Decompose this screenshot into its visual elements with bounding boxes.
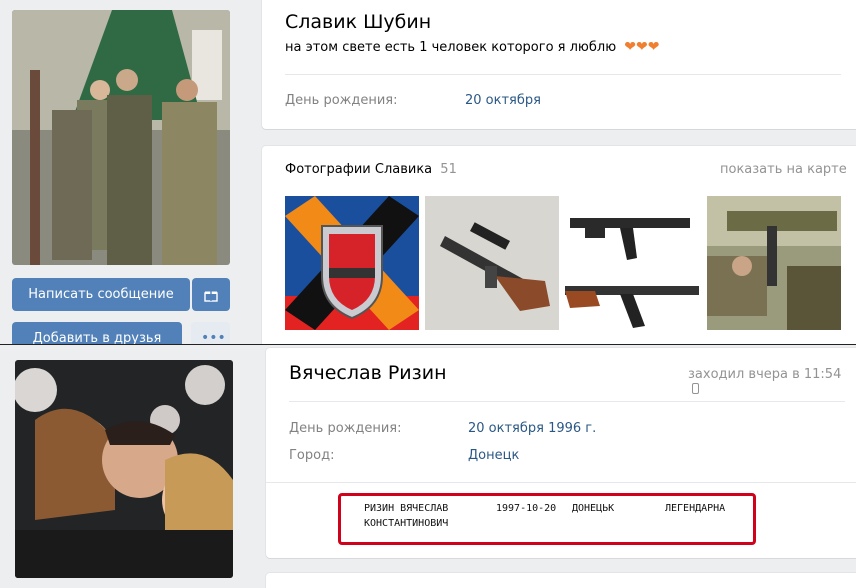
record-status: ЛЕГЕНДАРНА	[665, 503, 726, 514]
write-message-label: Написать сообщение	[28, 287, 174, 302]
profile-panel-top: Написать сообщение Добавить в друзья •••…	[0, 0, 856, 345]
info-divider-2	[289, 401, 845, 402]
sniper-rifle-icon	[425, 196, 559, 330]
soldiers-launcher-icon	[707, 196, 841, 330]
city-label: Город:	[289, 448, 335, 463]
record-city: ДОНЕЦЬК	[572, 503, 615, 514]
info-divider	[285, 74, 841, 75]
profile-status: на этом свете есть 1 человек которого я …	[285, 39, 659, 55]
mobile-icon	[692, 383, 699, 394]
show-on-map-link[interactable]: показать на карте	[720, 162, 847, 177]
add-friend-button[interactable]: Добавить в друзья	[12, 322, 182, 345]
more-dots-icon: •••	[201, 330, 226, 345]
photos-header[interactable]: Фотографии Славика 51	[285, 162, 457, 177]
photo-thumb-2[interactable]	[425, 196, 559, 330]
profile-name-2: Вячеслав Ризин	[289, 362, 447, 384]
photo-thumb-4[interactable]	[707, 196, 841, 330]
profile-panel-bottom: Вячеслав Ризин заходил вчера в 11:54 Ден…	[0, 345, 856, 588]
status-text: на этом свете есть 1 человек которого я …	[285, 40, 617, 55]
write-message-button[interactable]: Написать сообщение	[12, 278, 190, 311]
record-patronymic: КОНСТАНТИНОВИЧ	[364, 518, 449, 529]
birthday-label: День рождения:	[285, 93, 398, 108]
birthday-label-2: День рождения:	[289, 421, 402, 436]
profile-name: Славик Шубин	[285, 11, 432, 33]
gift-button[interactable]	[192, 278, 230, 311]
last-seen-text: заходил вчера в 11:54	[688, 367, 842, 382]
hearts-icon: ❤❤❤	[624, 39, 660, 55]
assault-rifles-icon	[565, 196, 699, 330]
profile-avatar[interactable]	[12, 10, 230, 265]
record-date: 1997-10-20	[496, 503, 557, 514]
info-divider-3	[266, 482, 856, 483]
record-surname-name: РИЗИН ВЯЧЕСЛАВ	[364, 503, 449, 514]
profile-avatar-2[interactable]	[15, 360, 233, 578]
photos-title: Фотографии Славика	[285, 162, 433, 177]
more-actions-button[interactable]: •••	[191, 322, 230, 345]
photo-thumb-1[interactable]	[285, 196, 419, 330]
birthday-value-2[interactable]: 20 октября 1996 г.	[468, 421, 596, 436]
next-card	[266, 573, 856, 588]
patriot-emblem-icon	[285, 196, 419, 330]
birthday-value[interactable]: 20 октября	[465, 93, 541, 108]
last-seen: заходил вчера в 11:54	[688, 367, 856, 397]
photos-count: 51	[440, 162, 457, 177]
photo-thumb-3[interactable]	[565, 196, 699, 330]
gift-icon	[204, 290, 218, 302]
city-value[interactable]: Донецк	[468, 448, 519, 463]
add-friend-label: Добавить в друзья	[32, 331, 162, 345]
